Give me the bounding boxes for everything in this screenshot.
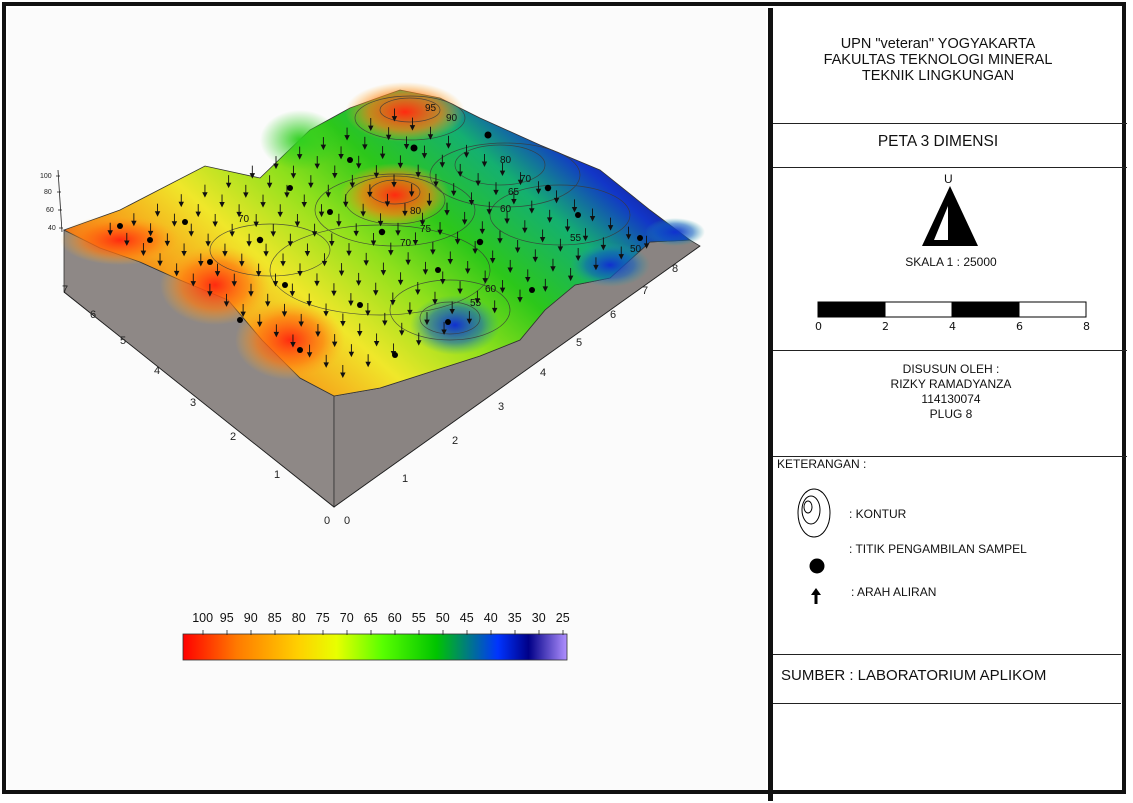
legend-label-contour: : KONTUR (849, 507, 907, 521)
panel-rule (773, 703, 1121, 704)
panel-rule (773, 123, 1127, 124)
contour-icon (797, 488, 831, 538)
author-name: RIZKY RAMADYANZA (890, 377, 1012, 391)
scale-tick: 8 (1083, 320, 1090, 333)
legend-label-sample: : TITIK PENGAMBILAN SAMPEL (849, 542, 1027, 556)
source-note: SUMBER : LABORATORIUM APLIKOM (781, 667, 1047, 684)
author-block: DISUSUN OLEH : RIZKY RAMADYANZA 11413007… (775, 362, 1127, 422)
institution-header: UPN "veteran" YOGYAKARTA FAKULTAS TEKNOL… (775, 36, 1101, 84)
author-heading: DISUSUN OLEH : (902, 362, 1000, 376)
scale-tick: 4 (949, 320, 956, 333)
panel-rule (773, 350, 1127, 351)
header-line-2: FAKULTAS TEKNOLOGI MINERAL (823, 52, 1053, 68)
panel-rule (773, 167, 1127, 168)
scale-bar (817, 301, 1087, 318)
legend-heading: KETERANGAN : (777, 457, 867, 471)
map-title: PETA 3 DIMENSI (877, 133, 999, 150)
header-line-3: TEKNIK LINGKUNGAN (861, 68, 1015, 84)
north-arrow-icon (922, 186, 978, 246)
scale-tick: 6 (1016, 320, 1023, 333)
scale-tick: 2 (882, 320, 889, 333)
author-plug: PLUG 8 (929, 407, 973, 421)
scale-tick: 0 (815, 320, 822, 333)
sample-point-icon (809, 558, 825, 574)
author-nim: 114130074 (921, 392, 981, 406)
map-sheet: 95 90 80 75 70 70 65 60 60 55 55 50 70 8… (0, 0, 1133, 803)
scale-text: SKALA 1 : 25000 (905, 255, 997, 269)
panel-rule (773, 654, 1121, 655)
header-line-1: UPN "veteran" YOGYAKARTA (840, 36, 1036, 52)
legend-label-flow: : ARAH ALIRAN (851, 585, 937, 599)
flow-arrow-icon (811, 588, 821, 604)
panel-divider (768, 8, 773, 801)
